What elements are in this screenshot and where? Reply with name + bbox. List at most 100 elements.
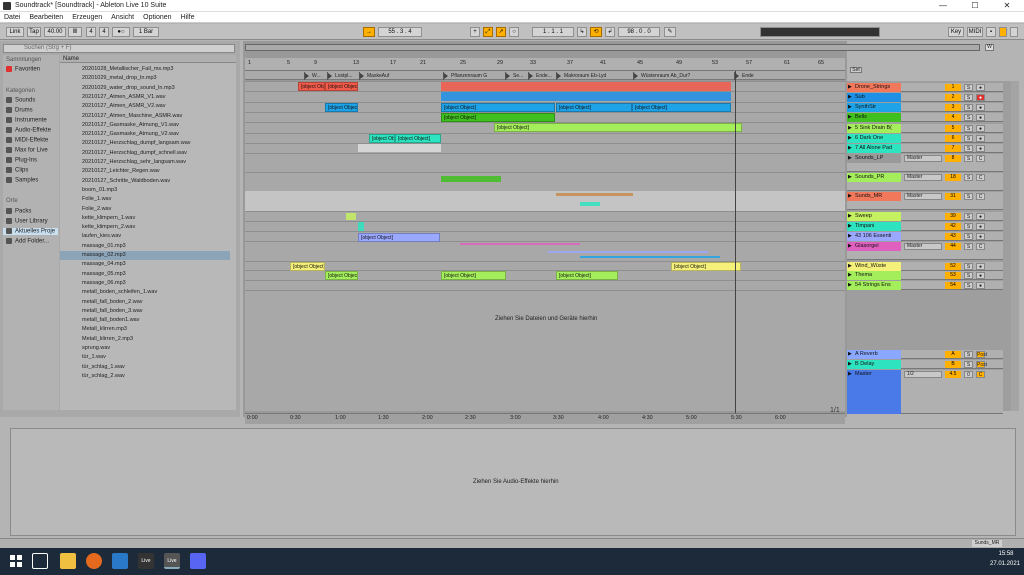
browser-file-item[interactable]: 20210127_Herzschlag_sehr_langsam.wav	[82, 158, 232, 167]
track-name[interactable]: 43 106 Essenti	[847, 232, 901, 241]
track-name[interactable]: Bells	[847, 113, 901, 122]
browser-file-item[interactable]: sprung.wav	[82, 344, 232, 353]
locator-marker[interactable]: MaskeAuf	[359, 72, 431, 80]
arrangement-clip[interactable]: [object Object]	[494, 123, 742, 132]
follow-button[interactable]: →	[363, 27, 375, 37]
track-header[interactable]: Sub 2S●	[847, 93, 1003, 102]
browser-file-item[interactable]: kette_klimpern_2.wav	[82, 223, 232, 232]
track-name[interactable]: Sounds_PR	[847, 173, 901, 182]
track-name[interactable]: Sounds_LP	[847, 154, 901, 163]
track-number-button[interactable]: 31	[945, 193, 961, 200]
maximize-button[interactable]: ☐	[960, 0, 990, 12]
arrangement-clip[interactable]: [object Object]	[556, 103, 632, 112]
track-header[interactable]: Thema 53S●	[847, 271, 1003, 280]
favorites-item[interactable]: Favoriten	[6, 66, 40, 73]
arrangement-clip[interactable]: [object Object]	[441, 113, 555, 122]
category-max-for-live[interactable]: Max for Live	[6, 147, 48, 154]
track-number-button[interactable]: 6	[945, 135, 961, 142]
arm-button[interactable]: ●	[976, 114, 985, 121]
arrangement-clip[interactable]: [object Object]	[325, 82, 358, 91]
punch-out-button[interactable]: ↲	[605, 27, 615, 37]
browser-file-item[interactable]: Folie_2.wav	[82, 205, 232, 214]
track-number-button[interactable]: 52	[945, 263, 961, 270]
nudge-buttons[interactable]: ‖‖	[68, 27, 82, 37]
solo-button[interactable]: S	[964, 94, 973, 101]
tempo-field[interactable]: 40.00	[44, 27, 66, 37]
solo-button[interactable]: S	[964, 361, 973, 368]
browser-file-item[interactable]: 20210127_Atmen_ASMR_V1.wav	[82, 93, 232, 102]
menu-datei[interactable]: Datei	[4, 14, 20, 21]
browser-file-item[interactable]: 20210127_Gasmaske_Atmung_V2.wav	[82, 130, 232, 139]
browser-file-item[interactable]: 20201029_metal_drop_ln.mp3	[82, 74, 232, 83]
place-add-folder[interactable]: Add Folder...	[6, 238, 49, 245]
minimize-button[interactable]: —	[928, 0, 958, 12]
arm-button[interactable]: ●	[976, 84, 985, 91]
arm-button[interactable]: ●	[976, 145, 985, 152]
category-drums[interactable]: Drums	[6, 107, 33, 114]
browser-file-item[interactable]: tür_schlag_2.wav	[82, 372, 232, 381]
track-number-button[interactable]: 44	[945, 243, 961, 250]
track-header[interactable]: GlasorgelMaster44SC	[847, 242, 1003, 260]
arm-button[interactable]: C	[976, 155, 985, 162]
post-button[interactable]: C	[976, 371, 985, 378]
place-packs[interactable]: Packs	[6, 208, 31, 215]
menu-ansicht[interactable]: Ansicht	[111, 14, 134, 21]
track-output-routing[interactable]: Master	[904, 193, 942, 200]
track-name[interactable]: 7 All Alone Pad	[847, 144, 901, 153]
arrangement-clip[interactable]: [object Object]	[395, 134, 441, 143]
post-button[interactable]: Post	[976, 361, 987, 368]
track-name[interactable]: Sunds_MR	[847, 192, 901, 201]
return-volume[interactable]: B	[945, 361, 961, 368]
automation-arm-button[interactable]: ⤢	[483, 27, 493, 37]
category-instruments[interactable]: Instrumente	[6, 117, 47, 124]
return-volume[interactable]: A	[945, 351, 961, 358]
arm-button[interactable]: C	[976, 243, 985, 250]
track-number-button[interactable]: 1	[945, 84, 961, 91]
solo-button[interactable]: 0	[964, 371, 973, 378]
browser-file-item[interactable]: massage_05.mp3	[82, 270, 232, 279]
track-header[interactable]: Bells 4S●	[847, 113, 1003, 122]
category-plugins[interactable]: Plug-Ins	[6, 157, 37, 164]
browser-file-item[interactable]: massage_01.mp3	[82, 242, 232, 251]
signature-denominator[interactable]: 4	[99, 27, 109, 37]
locator-marker[interactable]: Ende...	[528, 72, 552, 80]
track-name[interactable]: Wind_Wüste	[847, 262, 901, 271]
arm-button[interactable]: ●	[976, 263, 985, 270]
solo-button[interactable]: S	[964, 243, 973, 250]
task-view-icon[interactable]	[32, 553, 48, 569]
category-samples[interactable]: Samples	[6, 177, 38, 184]
position-field[interactable]: 55 . 3 . 4	[378, 27, 422, 37]
track-number-button[interactable]: 53	[945, 272, 961, 279]
browser-file-item[interactable]: tür_schlag_1.wav	[82, 363, 232, 372]
locator-marker[interactable]: Wüstenraum Ab_Dur?	[633, 72, 731, 80]
discord-icon[interactable]	[190, 553, 206, 569]
solo-button[interactable]: S	[964, 213, 973, 220]
ableton-live-icon[interactable]: Live	[138, 553, 154, 569]
return-track-name[interactable]: A Reverb	[847, 350, 901, 359]
track-header[interactable]: SynthStr 3S●	[847, 103, 1003, 112]
track-output-routing[interactable]: Master	[904, 174, 942, 181]
locator-marker[interactable]: W...	[304, 72, 326, 80]
track-header[interactable]: Sounds_LPMaster8SC	[847, 154, 1003, 172]
post-button[interactable]: Post	[976, 351, 987, 358]
windows-start-icon[interactable]	[8, 553, 24, 569]
track-number-button[interactable]: 5	[945, 125, 961, 132]
category-midi-effects[interactable]: MIDI-Effekte	[6, 137, 48, 144]
browser-file-item[interactable]: 20210127_Herzschlag_dumpf_schnell.wav	[82, 149, 232, 158]
firefox-icon[interactable]	[86, 553, 102, 569]
arrangement-clip[interactable]: [object Object]	[441, 103, 555, 112]
return-track-header[interactable]: B Delay BSPost	[847, 360, 1003, 369]
punch-in-button[interactable]: ↳	[577, 27, 587, 37]
signature-numerator[interactable]: 4	[86, 27, 96, 37]
browser-file-item[interactable]: 20210127_Schritte_Waldboden.wav	[82, 177, 232, 186]
return-track-header[interactable]: A Reverb ASPost	[847, 350, 1003, 359]
track-number-button[interactable]: 3	[945, 104, 961, 111]
browser-file-item[interactable]: 20210127_Herzschlag_dumpf_langsam.wav	[82, 139, 232, 148]
solo-button[interactable]: S	[964, 145, 973, 152]
track-number-button[interactable]: 7	[945, 145, 961, 152]
browser-file-item[interactable]: metall_fall_boden_2.wav	[82, 298, 232, 307]
solo-button[interactable]: S	[964, 193, 973, 200]
arm-button[interactable]: ●	[976, 125, 985, 132]
browser-file-item[interactable]: 20210127_Atmen_Maschine_ASMR.wav	[82, 112, 232, 121]
loop-button[interactable]: ⟲	[590, 27, 602, 37]
